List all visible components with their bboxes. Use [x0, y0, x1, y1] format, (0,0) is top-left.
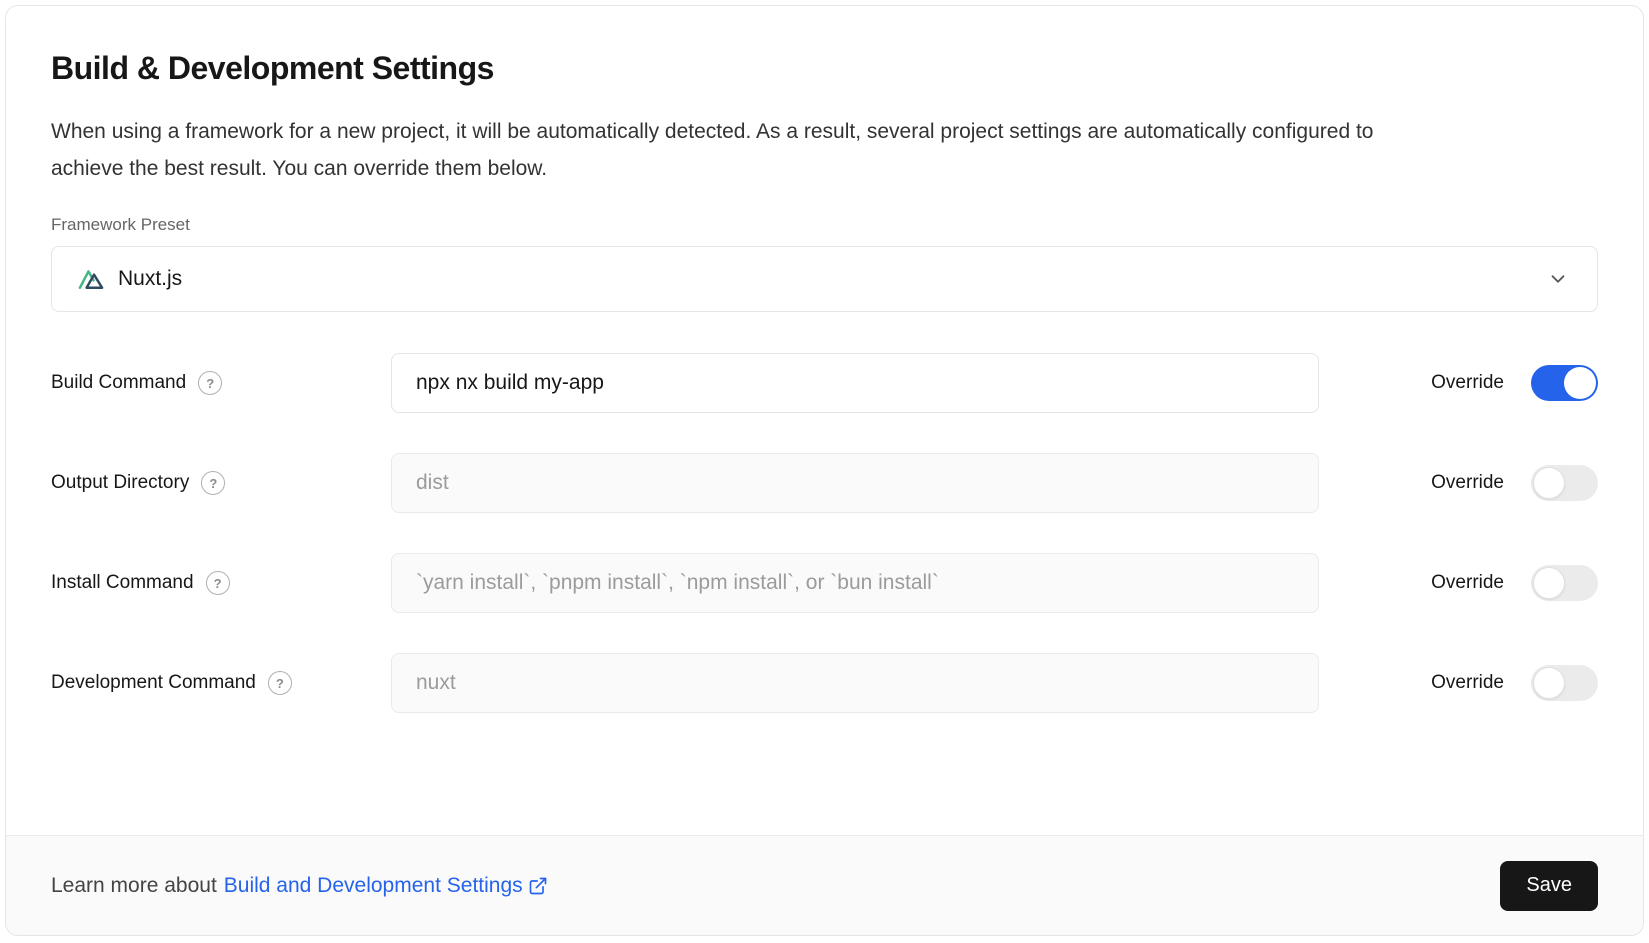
- external-link-icon: [528, 876, 548, 896]
- install-command-override-group: Override: [1431, 565, 1598, 601]
- output-directory-label-group: Output Directory ?: [51, 471, 391, 495]
- link-label: Build and Development Settings: [224, 874, 523, 898]
- framework-preset-label: Framework Preset: [51, 215, 1598, 235]
- build-command-override-group: Override: [1431, 365, 1598, 401]
- development-command-label: Development Command: [51, 672, 256, 694]
- development-command-override-toggle[interactable]: [1531, 665, 1598, 701]
- install-command-label: Install Command: [51, 572, 194, 594]
- output-directory-override-group: Override: [1431, 465, 1598, 501]
- override-label: Override: [1431, 472, 1504, 494]
- description-text: When using a framework for a new project…: [51, 113, 1451, 187]
- help-icon[interactable]: ?: [206, 571, 230, 595]
- help-icon[interactable]: ?: [201, 471, 225, 495]
- override-label: Override: [1431, 372, 1504, 394]
- install-command-row: Install Command ? Override: [51, 553, 1598, 613]
- override-label: Override: [1431, 672, 1504, 694]
- save-button[interactable]: Save: [1500, 861, 1598, 911]
- output-directory-label: Output Directory: [51, 472, 189, 494]
- output-directory-override-toggle[interactable]: [1531, 465, 1598, 501]
- framework-preset-select[interactable]: Nuxt.js: [51, 246, 1598, 312]
- chevron-down-icon: [1547, 268, 1569, 290]
- install-command-override-toggle[interactable]: [1531, 565, 1598, 601]
- framework-selected-value: Nuxt.js: [118, 267, 182, 291]
- output-directory-input[interactable]: [391, 453, 1319, 513]
- build-command-label-group: Build Command ?: [51, 371, 391, 395]
- card-footer: Learn more about Build and Development S…: [6, 835, 1643, 935]
- build-command-row: Build Command ? Override: [51, 353, 1598, 413]
- toggle-knob: [1533, 567, 1565, 599]
- output-directory-row: Output Directory ? Override: [51, 453, 1598, 513]
- build-command-label: Build Command: [51, 372, 186, 394]
- settings-rows: Build Command ? Override Output Director…: [51, 353, 1598, 713]
- card-body: Build & Development Settings When using …: [6, 6, 1643, 835]
- development-command-row: Development Command ? Override: [51, 653, 1598, 713]
- help-icon[interactable]: ?: [268, 671, 292, 695]
- override-label: Override: [1431, 572, 1504, 594]
- page-title: Build & Development Settings: [51, 50, 1598, 87]
- toggle-knob: [1564, 367, 1596, 399]
- learn-more-text: Learn more about Build and Development S…: [51, 874, 548, 898]
- install-command-input[interactable]: [391, 553, 1319, 613]
- toggle-knob: [1533, 667, 1565, 699]
- install-command-label-group: Install Command ?: [51, 571, 391, 595]
- development-command-input[interactable]: [391, 653, 1319, 713]
- build-command-override-toggle[interactable]: [1531, 365, 1598, 401]
- build-command-input[interactable]: [391, 353, 1319, 413]
- build-settings-link[interactable]: Build and Development Settings: [224, 874, 548, 898]
- development-command-override-group: Override: [1431, 665, 1598, 701]
- development-command-label-group: Development Command ?: [51, 671, 391, 695]
- learn-more-prefix: Learn more about: [51, 874, 217, 898]
- help-icon[interactable]: ?: [198, 371, 222, 395]
- build-settings-card: Build & Development Settings When using …: [5, 5, 1644, 936]
- toggle-knob: [1533, 467, 1565, 499]
- nuxt-logo-icon: [77, 265, 105, 293]
